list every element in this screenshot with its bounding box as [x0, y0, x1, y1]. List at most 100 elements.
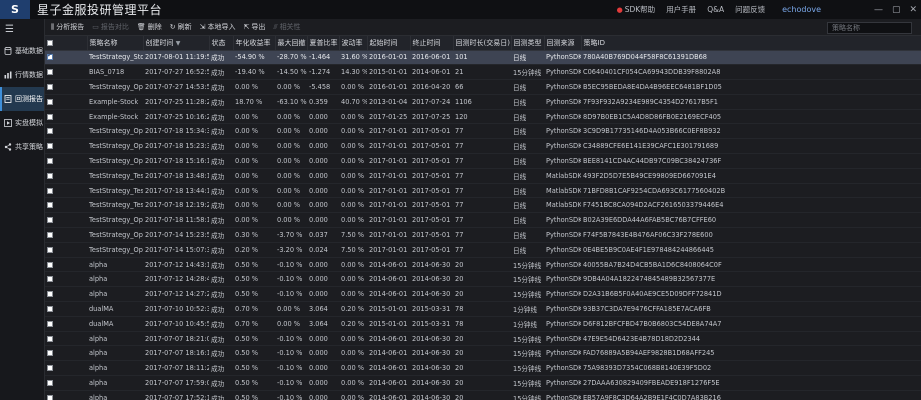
- row-checkbox[interactable]: [47, 231, 53, 238]
- table-row[interactable]: TestStrategy_Test_c2017-07-18 12:19:22成功…: [45, 197, 921, 214]
- row-checkbox[interactable]: [47, 202, 53, 209]
- row-select-cell[interactable]: [45, 375, 87, 391]
- row-checkbox[interactable]: [47, 157, 53, 164]
- select-all-header[interactable]: [45, 36, 88, 51]
- sidebar-item-basic-data[interactable]: 基础数据: [0, 39, 44, 63]
- table-row[interactable]: alpha 2017-07-07 17:59:06 成功 0.50 % -0.10 % 0…: [45, 375, 921, 391]
- table-row[interactable]: TestStrategy_Optio2017-07-14 15:23:53成功0…: [45, 227, 921, 243]
- row-checkbox[interactable]: [47, 69, 53, 76]
- table-row[interactable]: alpha 2017-07-07 18:16:15 成功 0.50 % -0.10 % 0…: [45, 345, 921, 362]
- column-header[interactable]: 回测时长(交易日): [453, 36, 512, 51]
- row-select-cell[interactable]: [45, 153, 87, 169]
- row-checkbox[interactable]: [47, 320, 53, 327]
- user-name[interactable]: echodove: [782, 5, 821, 14]
- table-row[interactable]: TestStrategy_Optio2017-07-18 11:58:11成功0…: [45, 212, 921, 229]
- row-checkbox[interactable]: [47, 217, 53, 224]
- table-row[interactable]: alpha 2017-07-07 18:21:00 成功 0.50 % -0.10 % 0…: [45, 331, 921, 347]
- row-checkbox[interactable]: [47, 291, 53, 298]
- row-checkbox[interactable]: [47, 394, 53, 400]
- table-row[interactable]: TestStrategy_Optio2017-07-18 15:23:38成功0…: [45, 138, 921, 155]
- sidebar-item-backtest-report[interactable]: 回测报告: [0, 87, 44, 111]
- row-select-cell[interactable]: [45, 316, 87, 332]
- row-checkbox[interactable]: [47, 98, 53, 105]
- table-row[interactable]: Example-Stock 2017-07-25 11:28:26 成功 18.70 …: [45, 94, 921, 110]
- column-header[interactable]: 最大回撤: [275, 36, 308, 51]
- local-import-button[interactable]: ⇲ 本地导入: [200, 22, 236, 32]
- row-select-cell[interactable]: [45, 123, 87, 140]
- correlation-button[interactable]: ⫻ 相关性: [273, 22, 300, 32]
- table-row[interactable]: alpha 2017-07-12 14:28:46 成功 0.50 % -0.10 % 0…: [45, 271, 921, 288]
- report-compare-button[interactable]: ▭ 报告对比: [92, 22, 129, 32]
- refresh-button[interactable]: ↻ 刷新: [170, 22, 192, 32]
- table-row[interactable]: TestStrategy_Optio2017-07-14 15:07:30成功0…: [45, 242, 921, 258]
- row-checkbox[interactable]: [47, 246, 53, 253]
- row-select-cell[interactable]: [45, 64, 87, 81]
- row-select-cell[interactable]: [45, 257, 87, 273]
- row-select-cell[interactable]: [45, 286, 87, 303]
- column-header[interactable]: 回测类型: [511, 36, 545, 51]
- column-header[interactable]: 策略ID: [581, 36, 921, 51]
- row-checkbox[interactable]: [47, 276, 53, 283]
- row-checkbox[interactable]: [47, 335, 53, 342]
- column-header[interactable]: 状态: [209, 36, 234, 51]
- row-checkbox[interactable]: [47, 172, 53, 179]
- sdk-help-link[interactable]: ● SDK帮助: [617, 4, 656, 15]
- row-select-cell[interactable]: [45, 360, 87, 377]
- row-select-cell[interactable]: [45, 271, 87, 288]
- column-header[interactable]: 起始时间: [367, 36, 411, 51]
- table-row[interactable]: alpha 2017-07-12 14:43:19 成功 0.50 % -0.10 % 0…: [45, 257, 921, 273]
- row-checkbox[interactable]: [47, 83, 53, 90]
- table-row[interactable]: alpha 2017-07-07 17:52:14 成功 0.50 % -0.10 % 0…: [45, 390, 921, 400]
- row-select-cell[interactable]: [45, 94, 87, 110]
- row-checkbox[interactable]: [47, 365, 53, 372]
- row-select-cell[interactable]: [45, 345, 87, 362]
- maximize-icon[interactable]: ▢: [892, 5, 901, 15]
- delete-button[interactable]: 🗑︎ 删除: [137, 22, 162, 32]
- qa-link[interactable]: Q&A: [707, 5, 724, 14]
- column-header[interactable]: 终止时间: [410, 36, 454, 51]
- table-row[interactable]: alpha 2017-07-07 18:11:27 成功 0.50 % -0.10 % 0…: [45, 360, 921, 377]
- row-checkbox[interactable]: [47, 113, 53, 120]
- sidebar-item-market-data[interactable]: 行情数据: [0, 63, 44, 87]
- table-row[interactable]: dualMA 2017-07-10 10:45:50 成功 0.70 % 0.00 % 3…: [45, 316, 921, 332]
- row-checkbox[interactable]: [47, 350, 53, 357]
- row-select-cell[interactable]: [45, 168, 87, 184]
- row-checkbox[interactable]: [47, 51, 53, 61]
- row-checkbox[interactable]: [47, 261, 53, 268]
- table-row[interactable]: alpha 2017-07-12 14:27:29 成功 0.50 % -0.10 % 0…: [45, 286, 921, 303]
- row-select-cell[interactable]: [45, 197, 87, 214]
- table-row[interactable]: Example-Stock 2017-07-25 10:16:24 成功 0.00 %…: [45, 109, 921, 125]
- row-select-cell[interactable]: [45, 50, 87, 66]
- sidebar-item-live-simulation[interactable]: 实盘模拟: [0, 111, 44, 135]
- column-header-created[interactable]: 创建时间 ▼: [143, 36, 210, 51]
- row-select-cell[interactable]: [45, 331, 87, 347]
- row-select-cell[interactable]: [45, 242, 87, 258]
- feedback-link[interactable]: 问题反馈: [735, 4, 765, 15]
- row-select-cell[interactable]: [45, 390, 87, 400]
- row-select-cell[interactable]: [45, 183, 87, 199]
- row-select-cell[interactable]: [45, 301, 87, 317]
- column-header[interactable]: 年化收益率: [233, 36, 276, 51]
- table-row[interactable]: dualMA 2017-07-10 10:52:34 成功 0.70 % 0.00 % 3…: [45, 301, 921, 317]
- table-row[interactable]: TestStrategy_Optio2017-07-18 15:34:39成功0…: [45, 123, 921, 140]
- table-row[interactable]: TestStrategy_Test_c2017-07-18 13:48:12成功…: [45, 168, 921, 184]
- row-select-cell[interactable]: [45, 227, 87, 243]
- search-input[interactable]: [832, 24, 911, 32]
- row-checkbox[interactable]: [47, 379, 53, 386]
- row-checkbox[interactable]: [47, 143, 53, 150]
- row-checkbox[interactable]: [47, 305, 53, 312]
- table-row[interactable]: BIAS_0718 2017-07-27 16:52:53 成功 -19.40 % -1…: [45, 64, 921, 81]
- table-row[interactable]: TestStrategy_Stock2017-08-01 11:19:57成功-…: [45, 50, 921, 66]
- user-manual-link[interactable]: 用户手册: [666, 4, 696, 15]
- column-header[interactable]: 策略名称: [87, 36, 144, 51]
- analysis-report-button[interactable]: ⫼ 分析报告: [51, 22, 84, 32]
- menu-toggle-icon[interactable]: ☰: [0, 19, 44, 39]
- close-icon[interactable]: ✕: [909, 5, 917, 15]
- minimize-icon[interactable]: —: [874, 5, 883, 15]
- sidebar-item-shared-strategy[interactable]: 共享策略: [0, 135, 44, 159]
- row-select-cell[interactable]: [45, 79, 87, 95]
- column-header[interactable]: 波动率: [339, 36, 368, 51]
- table-row[interactable]: TestStrategy_Optio2017-07-27 14:53:52成功0…: [45, 79, 921, 95]
- row-select-cell[interactable]: [45, 212, 87, 229]
- row-select-cell[interactable]: [45, 138, 87, 155]
